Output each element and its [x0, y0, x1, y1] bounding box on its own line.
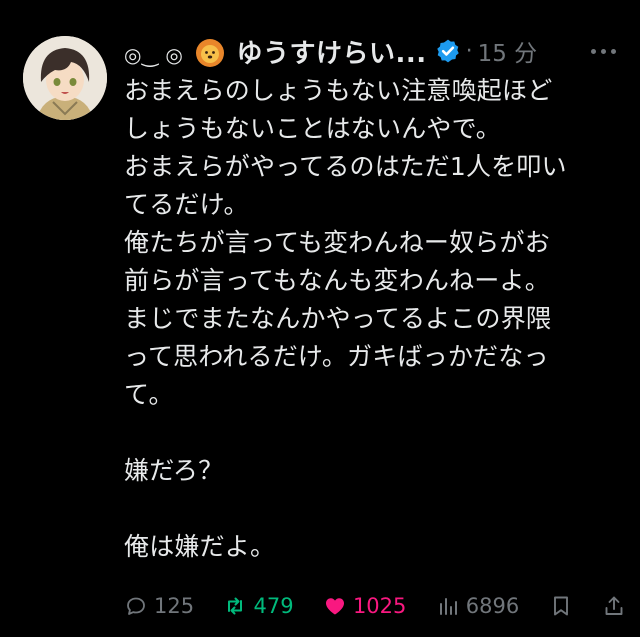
reply-count: 125: [154, 594, 195, 618]
lion-icon: [195, 38, 224, 67]
avatar[interactable]: [23, 36, 107, 120]
tweet-body: おまえらのしょうもない注意喚起ほど しょうもないことはないんやで。 おまえらがや…: [124, 76, 567, 561]
heart-icon: [325, 598, 344, 615]
retweet-count: 479: [253, 594, 294, 618]
views-count: 6896: [465, 594, 520, 618]
more-dot: [591, 48, 596, 54]
bookmark-button[interactable]: [549, 594, 573, 618]
retweet-icon: [228, 597, 243, 615]
retweet-button[interactable]: 479: [223, 594, 294, 618]
tweet-header: ◎‿ ◎ ゆうすけらい... · 15 分: [124, 33, 622, 69]
more-dot: [601, 48, 606, 54]
reply-button[interactable]: 125: [124, 594, 194, 618]
timestamp[interactable]: 15 分: [478, 34, 538, 68]
action-bar: 125 479 1025 6896: [124, 590, 626, 622]
author-name[interactable]: ◎‿ ◎ ゆうすけらい...: [124, 33, 427, 70]
views-button[interactable]: 6896: [436, 594, 519, 618]
more-dot: [611, 48, 616, 54]
author-prefix: ◎‿ ◎: [124, 42, 184, 67]
share-button[interactable]: [602, 594, 626, 618]
share-icon: [605, 596, 623, 615]
like-button[interactable]: 1025: [323, 594, 406, 618]
reply-icon: [127, 597, 145, 615]
views-chart-icon: [439, 598, 457, 615]
like-count: 1025: [352, 594, 407, 618]
verified-badge-icon: [436, 39, 459, 63]
author-name-text: ゆうすけらい...: [236, 38, 427, 69]
bookmark-icon: [553, 596, 568, 616]
more-dots-icon[interactable]: [585, 43, 622, 60]
header-separator: ·: [465, 38, 473, 64]
avatar-image: [23, 36, 107, 120]
